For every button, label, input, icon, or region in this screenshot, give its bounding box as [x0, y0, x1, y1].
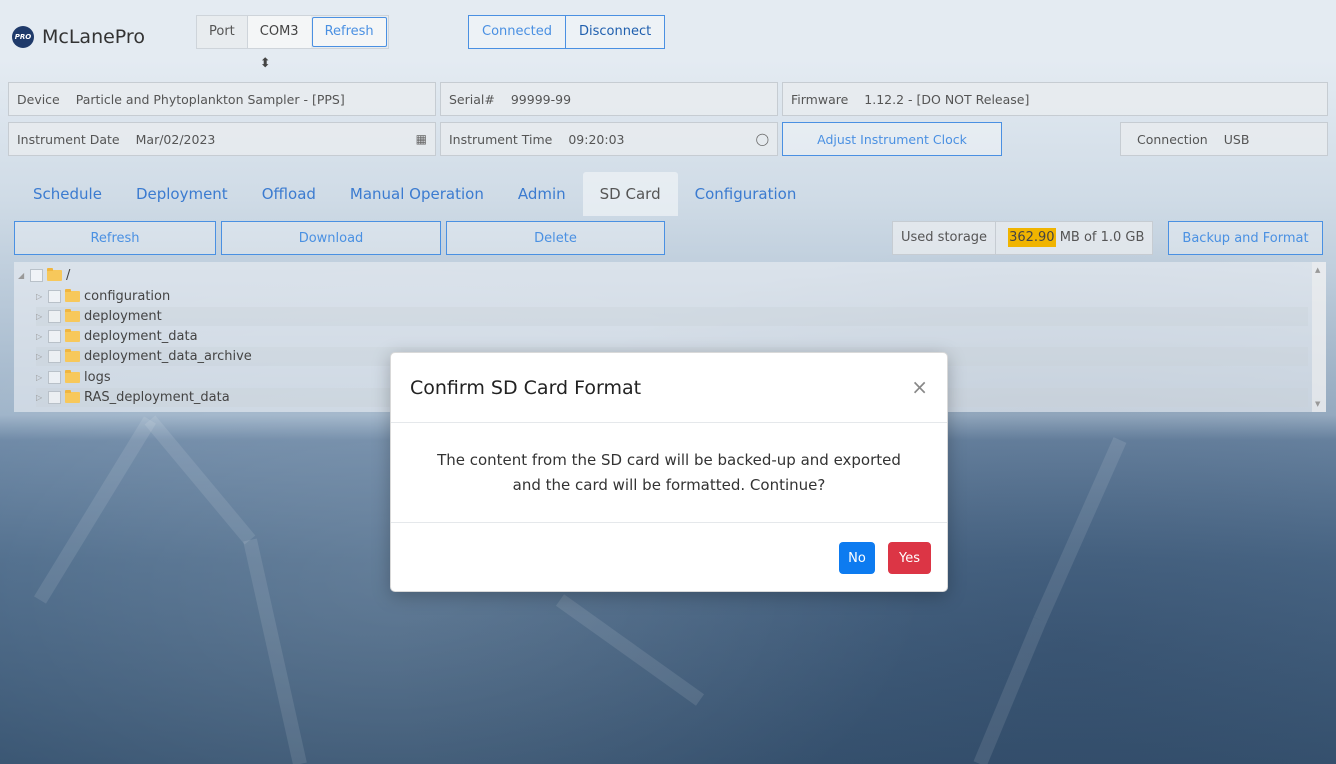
port-label: Port	[197, 16, 248, 48]
port-select[interactable]: COM3 ⬍	[247, 16, 311, 71]
used-storage-label: Used storage	[893, 222, 997, 254]
sd-refresh-button[interactable]: Refresh	[14, 221, 216, 255]
confirm-format-dialog: Confirm SD Card Format × The content fro…	[390, 352, 948, 592]
tab-bar: Schedule Deployment Offload Manual Opera…	[16, 172, 813, 216]
tab-manual-operation[interactable]: Manual Operation	[333, 172, 501, 216]
firmware-label: Firmware	[791, 91, 849, 107]
scroll-down-arrow-icon[interactable]: ▼	[1315, 400, 1320, 408]
tree-scrollbar[interactable]: ▲ ▼	[1312, 262, 1326, 412]
folder-icon	[65, 370, 80, 383]
tree-checkbox[interactable]	[48, 290, 61, 303]
tree-item-label: RAS_deployment_data	[84, 390, 230, 405]
dialog-message: The content from the SD card will be bac…	[437, 448, 901, 498]
tab-configuration[interactable]: Configuration	[678, 172, 814, 216]
brand: PRO McLanePro	[12, 26, 145, 48]
tree-checkbox[interactable]	[48, 391, 61, 404]
no-button[interactable]: No	[839, 542, 875, 574]
download-button[interactable]: Download	[221, 221, 441, 255]
instrument-time-row: Instrument Date Mar/02/2023 ▦ Instrument…	[8, 122, 1328, 156]
tree-item-label: deployment_data	[84, 329, 198, 344]
dialog-body: The content from the SD card will be bac…	[391, 423, 947, 523]
tree-item-label: deployment	[84, 309, 162, 324]
port-group: Port COM3 ⬍ Refresh	[196, 15, 389, 71]
tree-item-label: deployment_data_archive	[84, 349, 252, 364]
instrument-date-label: Instrument Date	[17, 131, 120, 147]
delete-button[interactable]: Delete	[446, 221, 665, 255]
yes-button[interactable]: Yes	[888, 542, 931, 574]
tree-item[interactable]: ▷ configuration	[36, 287, 1308, 306]
used-storage: Used storage 362.90 MB of 1.0 GB	[892, 221, 1154, 255]
tab-deployment[interactable]: Deployment	[119, 172, 245, 216]
expand-arrow-icon[interactable]: ▷	[36, 292, 48, 301]
dialog-title: Confirm SD Card Format	[410, 377, 642, 399]
adjust-clock-button[interactable]: Adjust Instrument Clock	[782, 122, 1002, 156]
expand-arrow-icon[interactable]: ▷	[36, 332, 48, 341]
tree-item[interactable]: ▷ deployment_data	[36, 327, 1308, 346]
device-field: Device Particle and Phytoplankton Sample…	[8, 82, 436, 116]
tree-checkbox[interactable]	[48, 310, 61, 323]
instrument-time-value[interactable]: 09:20:03	[560, 132, 632, 147]
folder-icon	[65, 390, 80, 403]
dialog-header: Confirm SD Card Format ×	[391, 353, 947, 423]
tree-item[interactable]: ▷ deployment	[36, 307, 1308, 326]
instrument-time-field: Instrument Time 09:20:03 ◯	[440, 122, 778, 156]
connection-buttons: Connected Disconnect	[468, 15, 666, 49]
tree-item-label: logs	[84, 370, 111, 385]
firmware-value: 1.12.2 - [DO NOT Release]	[864, 91, 1030, 107]
expand-arrow-icon[interactable]: ▷	[36, 312, 48, 321]
used-storage-total: MB of 1.0 GB	[1055, 230, 1145, 245]
disconnect-button[interactable]: Disconnect	[566, 16, 665, 48]
folder-icon	[65, 349, 80, 362]
connection-field: Connection USB	[1120, 122, 1328, 156]
close-icon[interactable]: ×	[911, 375, 928, 399]
expand-arrow-icon[interactable]: ▷	[36, 373, 48, 382]
collapse-arrow-icon[interactable]: ◢	[18, 271, 30, 280]
connected-button[interactable]: Connected	[469, 16, 567, 48]
tree-root[interactable]: ◢ /	[18, 266, 1308, 285]
connection-value: USB	[1223, 131, 1250, 147]
folder-icon	[65, 289, 80, 302]
scroll-up-arrow-icon[interactable]: ▲	[1315, 266, 1320, 274]
serial-label: Serial#	[449, 91, 495, 107]
expand-arrow-icon[interactable]: ▷	[36, 352, 48, 361]
instrument-date-field: Instrument Date Mar/02/2023 ▦	[8, 122, 436, 156]
dialog-footer: No Yes	[391, 523, 947, 591]
brand-logo-icon: PRO	[12, 26, 34, 48]
instrument-date-value[interactable]: Mar/02/2023	[128, 132, 224, 147]
instrument-time-label: Instrument Time	[449, 131, 553, 147]
tree-checkbox[interactable]	[48, 350, 61, 363]
folder-icon	[65, 309, 80, 322]
device-info-row: Device Particle and Phytoplankton Sample…	[8, 82, 1328, 116]
firmware-field: Firmware 1.12.2 - [DO NOT Release]	[782, 82, 1328, 116]
device-value: Particle and Phytoplankton Sampler - [PP…	[75, 91, 345, 107]
connection-label: Connection	[1137, 131, 1208, 147]
folder-icon	[47, 268, 62, 281]
serial-field: Serial# 99999-99	[440, 82, 778, 116]
clock-icon[interactable]: ◯	[748, 132, 777, 146]
tree-item-label: configuration	[84, 289, 171, 304]
device-label: Device	[17, 91, 60, 107]
tree-checkbox[interactable]	[48, 330, 61, 343]
tree-root-label: /	[66, 268, 71, 283]
used-storage-amount: 362.90	[1008, 228, 1056, 247]
dialog-message-line: and the card will be formatted. Continue…	[512, 475, 826, 494]
port-refresh-button[interactable]: Refresh	[311, 17, 387, 47]
tab-admin[interactable]: Admin	[501, 172, 583, 216]
tab-offload[interactable]: Offload	[245, 172, 333, 216]
tab-sd-card[interactable]: SD Card	[582, 172, 678, 216]
expand-arrow-icon[interactable]: ▷	[36, 393, 48, 402]
serial-value: 99999-99	[510, 91, 572, 107]
top-bar: PRO McLanePro Port COM3 ⬍ Refresh Connec…	[12, 14, 666, 71]
tree-checkbox[interactable]	[30, 269, 43, 282]
backup-format-button[interactable]: Backup and Format	[1168, 221, 1323, 255]
brand-name: McLanePro	[42, 26, 145, 48]
app-root: PRO McLanePro Port COM3 ⬍ Refresh Connec…	[0, 0, 1336, 764]
folder-icon	[65, 329, 80, 342]
calendar-icon[interactable]: ▦	[408, 132, 435, 146]
dialog-message-line: The content from the SD card will be bac…	[437, 450, 901, 469]
tab-schedule[interactable]: Schedule	[16, 172, 119, 216]
used-storage-value: 362.90 MB of 1.0 GB	[996, 222, 1152, 254]
tree-checkbox[interactable]	[48, 371, 61, 384]
